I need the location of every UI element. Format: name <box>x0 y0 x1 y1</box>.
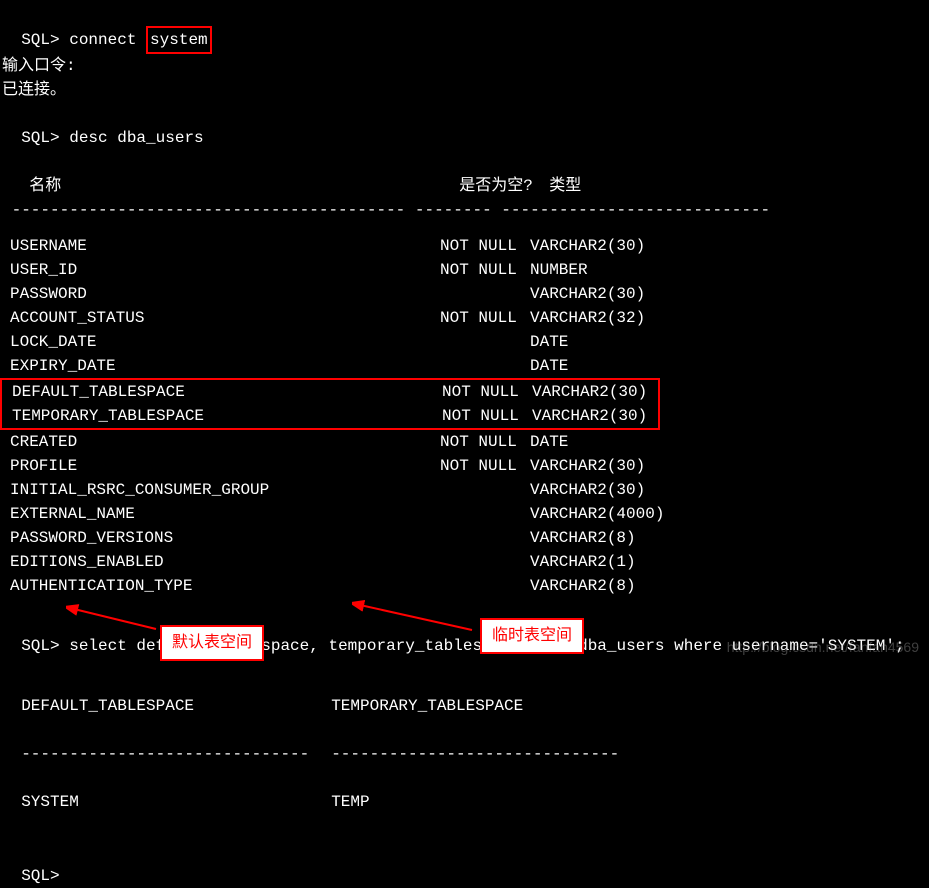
table-row: AUTHENTICATION_TYPEVARCHAR2(8) <box>2 574 927 598</box>
annotation-default-tablespace: 默认表空间 <box>160 625 264 661</box>
table-row: PASSWORD_VERSIONSVARCHAR2(8) <box>2 526 927 550</box>
header-null: 是否为空? <box>459 174 549 198</box>
watermark-text: http://blog.csdn.net/fanfan4569 <box>727 637 919 658</box>
terminal-line: SQL> connect system <box>2 2 927 54</box>
table-row: PASSWORDVARCHAR2(30) <box>2 282 927 306</box>
divider-line: ----------------------------------------… <box>2 718 927 766</box>
sql-prompt: SQL> <box>21 867 59 885</box>
sql-prompt: SQL> <box>21 31 59 49</box>
table-row: USERNAMENOT NULLVARCHAR2(30) <box>2 234 927 258</box>
table-row: LOCK_DATEDATE <box>2 330 927 354</box>
terminal-line[interactable]: SQL> <box>2 840 927 888</box>
command-text: desc dba_users <box>69 129 203 147</box>
header-name: 名称 <box>29 174 459 198</box>
table-row: EXTERNAL_NAMEVARCHAR2(4000) <box>2 502 927 526</box>
result-row: SYSTEMTEMP <box>2 766 927 814</box>
result-value-default: SYSTEM <box>21 790 331 814</box>
result-header: TEMPORARY_TABLESPACE <box>331 694 523 718</box>
table-row: DEFAULT_TABLESPACENOT NULLVARCHAR2(30) <box>4 380 656 404</box>
table-row: EDITIONS_ENABLEDVARCHAR2(1) <box>2 550 927 574</box>
terminal-line: SQL> desc dba_users <box>2 102 927 150</box>
result-header-row: DEFAULT_TABLESPACETEMPORARY_TABLESPACE <box>2 670 927 718</box>
header-type: 类型 <box>549 174 581 198</box>
result-header: DEFAULT_TABLESPACE <box>21 694 331 718</box>
table-row: ACCOUNT_STATUSNOT NULLVARCHAR2(32) <box>2 306 927 330</box>
terminal-line: 已连接。 <box>2 78 927 102</box>
sql-prompt: SQL> <box>21 129 59 147</box>
table-row: EXPIRY_DATEDATE <box>2 354 927 378</box>
table-row: USER_IDNOT NULLNUMBER <box>2 258 927 282</box>
highlighted-tablespace-rows: DEFAULT_TABLESPACENOT NULLVARCHAR2(30) T… <box>0 378 660 430</box>
sql-prompt: SQL> <box>21 637 59 655</box>
table-row: CREATEDNOT NULLDATE <box>2 430 927 454</box>
table-header-row: 名称是否为空?类型 <box>2 150 927 198</box>
divider-line: ----------------------------------------… <box>2 198 927 222</box>
terminal-line: 输入口令: <box>2 54 927 78</box>
table-row: TEMPORARY_TABLESPACENOT NULLVARCHAR2(30) <box>4 404 656 428</box>
command-text: connect <box>69 31 146 49</box>
result-value-temp: TEMP <box>331 790 369 814</box>
table-row: INITIAL_RSRC_CONSUMER_GROUPVARCHAR2(30) <box>2 478 927 502</box>
annotation-temp-tablespace: 临时表空间 <box>480 618 584 654</box>
highlighted-system: system <box>146 26 212 54</box>
table-row: PROFILENOT NULLVARCHAR2(30) <box>2 454 927 478</box>
